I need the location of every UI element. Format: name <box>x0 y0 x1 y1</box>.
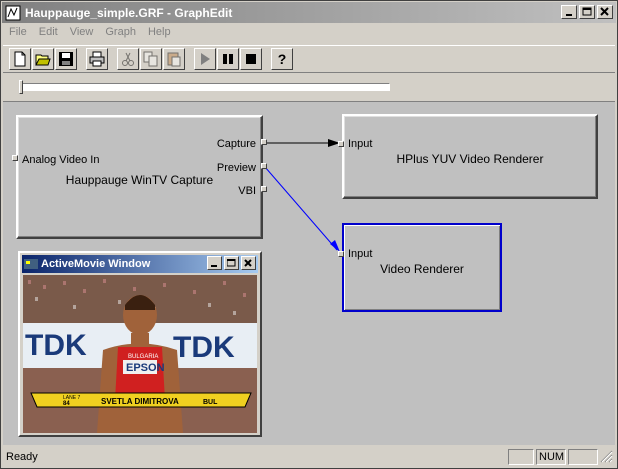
stop-icon <box>246 54 256 64</box>
pause-icon <box>223 54 233 64</box>
am-minimize-button[interactable] <box>207 256 222 270</box>
new-icon <box>14 51 26 67</box>
save-button[interactable] <box>55 48 77 70</box>
caption-number: 84 <box>63 401 70 407</box>
bib-sponsor: EPSON <box>126 362 165 374</box>
copy-icon <box>143 51 158 67</box>
minimize-icon <box>566 14 572 16</box>
size-grip-icon[interactable] <box>600 450 613 463</box>
maximize-icon <box>582 7 592 16</box>
filter-name-renderer: Video Renderer <box>380 262 464 276</box>
window-title: Hauppauge_simple.GRF - GraphEdit <box>25 5 233 20</box>
maximize-icon <box>227 258 236 266</box>
pin-capture[interactable] <box>261 139 267 145</box>
pin-analog-video-in[interactable] <box>12 155 18 161</box>
close-icon <box>600 7 609 16</box>
menu-edit[interactable]: Edit <box>33 24 64 42</box>
status-bar: Ready NUM <box>3 448 615 467</box>
open-icon <box>35 54 51 66</box>
banner-tdk-right: TDK <box>173 331 235 364</box>
help-button[interactable]: ? <box>271 48 293 70</box>
filter-name-capture: Hauppauge WinTV Capture <box>65 173 214 187</box>
video-frame-athlete: TDK TDK EPSON BULGARIA LANE 7 84 SVETLA … <box>23 275 257 433</box>
caption-country: BUL <box>203 399 218 406</box>
pin-label-preview: Preview <box>216 162 256 174</box>
menu-graph[interactable]: Graph <box>99 24 142 42</box>
pin-label-hplus-input: Input <box>348 138 373 150</box>
pin-label-vbi: VBI <box>238 185 256 197</box>
status-panel-blank-1 <box>508 449 534 465</box>
toolbar: ? <box>3 45 615 73</box>
am-maximize-button[interactable] <box>224 256 239 270</box>
filter-name-hplus: HPlus YUV Video Renderer <box>396 152 544 166</box>
menu-view[interactable]: View <box>64 24 100 42</box>
activemovie-title: ActiveMovie Window <box>41 258 151 270</box>
filter-hauppauge-capture[interactable]: Analog Video In Hauppauge WinTV Capture … <box>12 115 267 239</box>
graphedit-app-icon <box>5 5 21 21</box>
paste-button[interactable] <box>163 48 185 70</box>
activemovie-icon <box>24 259 38 269</box>
save-icon <box>59 52 73 66</box>
status-panel-num: NUM <box>536 449 566 465</box>
status-num: NUM <box>539 451 565 463</box>
activemovie-title-bar[interactable]: ActiveMovie Window <box>22 255 258 273</box>
pause-button[interactable] <box>217 48 239 70</box>
new-button[interactable] <box>9 48 31 70</box>
print-button[interactable] <box>86 48 108 70</box>
am-close-button[interactable] <box>241 256 256 270</box>
graphedit-window: Hauppauge_simple.GRF - GraphEdit File Ed… <box>0 0 618 469</box>
menu-help[interactable]: Help <box>142 24 177 42</box>
filter-video-renderer[interactable]: Input Video Renderer <box>338 223 502 312</box>
activemovie-window[interactable]: ActiveMovie Window TDK TDK EPSON BULGARI… <box>18 251 262 437</box>
status-text: Ready <box>6 451 38 463</box>
paste-icon <box>167 52 181 67</box>
pin-vbi[interactable] <box>261 186 267 192</box>
seek-bar[interactable] <box>19 80 390 94</box>
play-button[interactable] <box>194 48 216 70</box>
bib-country: BULGARIA <box>128 354 158 360</box>
minimize-button[interactable] <box>561 5 577 19</box>
play-icon <box>201 53 210 65</box>
seek-thumb[interactable] <box>19 80 23 94</box>
pin-renderer-input[interactable] <box>338 251 344 257</box>
minimize-icon <box>211 264 217 267</box>
close-button[interactable] <box>597 5 613 19</box>
pin-preview[interactable] <box>261 163 267 169</box>
print-icon <box>89 51 105 67</box>
open-button[interactable] <box>32 48 54 70</box>
title-bar[interactable]: Hauppauge_simple.GRF - GraphEdit <box>2 2 616 23</box>
caption-athlete-name: SVETLA DIMITROVA <box>101 397 179 406</box>
stop-button[interactable] <box>240 48 262 70</box>
preview-connection[interactable] <box>264 166 338 251</box>
copy-button[interactable] <box>140 48 162 70</box>
pin-hplus-input[interactable] <box>338 141 344 147</box>
close-icon <box>244 258 252 267</box>
pin-label-renderer-input: Input <box>348 248 373 260</box>
banner-tdk-left: TDK <box>25 329 87 362</box>
filter-hplus-yuv-renderer[interactable]: Input HPlus YUV Video Renderer <box>338 114 598 199</box>
pin-label-capture: Capture <box>216 138 256 150</box>
maximize-button[interactable] <box>579 5 595 19</box>
help-icon: ? <box>277 51 287 67</box>
cut-icon <box>122 52 134 66</box>
status-panel-blank-2 <box>568 449 598 465</box>
menu-file[interactable]: File <box>3 24 33 42</box>
menu-bar: File Edit View Graph Help <box>3 24 177 42</box>
pin-label-analog-video-in: Analog Video In <box>22 154 100 166</box>
cut-button[interactable] <box>117 48 139 70</box>
video-preview: TDK TDK EPSON BULGARIA LANE 7 84 SVETLA … <box>23 275 257 433</box>
